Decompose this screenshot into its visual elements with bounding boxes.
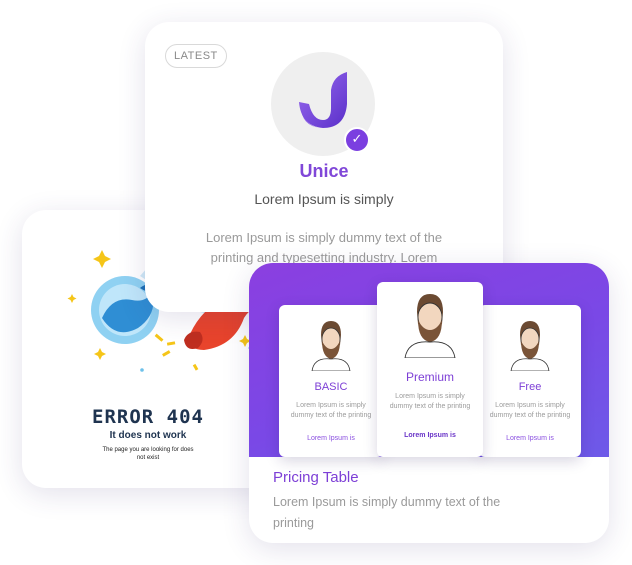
bearded-man-avatar-icon <box>311 321 351 371</box>
plan-link[interactable]: Lorem Ipsum is <box>377 432 483 439</box>
pricing-title: Pricing Table <box>273 469 359 486</box>
plan-card-basic[interactable]: BASIC Lorem Ipsum is simply dummy text o… <box>279 305 383 457</box>
plan-name: Premium <box>405 370 454 384</box>
bearded-man-avatar-icon <box>404 294 456 358</box>
plan-link[interactable]: Lorem Ipsum is <box>279 435 383 442</box>
plan-description: Lorem Ipsum is simply dummy text of the … <box>489 402 571 419</box>
error-description: The page you are looking for does not ex… <box>102 447 194 461</box>
plan-description: Lorem Ipsum is simply dummy text of the … <box>389 393 471 410</box>
plan-description: Lorem Ipsum is simply dummy text of the … <box>290 402 372 419</box>
bearded-man-avatar-icon <box>510 321 550 371</box>
card-title: Unice <box>299 161 349 181</box>
plan-card-free[interactable]: Free Lorem Ipsum is simply dummy text of… <box>479 305 581 457</box>
latest-badge: LATEST <box>165 44 227 68</box>
plan-name: BASIC <box>314 381 348 393</box>
error-subtitle: It does not work <box>109 430 187 441</box>
card-subtitle: Lorem Ipsum is simply <box>254 191 394 207</box>
pricing-table-card[interactable]: BASIC Lorem Ipsum is simply dummy text o… <box>249 263 609 543</box>
card-description: Lorem Ipsum is simply dummy text of the … <box>205 230 443 265</box>
pricing-description: Lorem Ipsum is simply dummy text of the … <box>273 495 501 530</box>
plan-name: Free <box>518 381 542 393</box>
plan-card-premium[interactable]: Premium Lorem Ipsum is simply dummy text… <box>377 282 483 457</box>
error-title: ERROR 404 <box>92 406 204 428</box>
plan-link[interactable]: Lorem Ipsum is <box>479 435 581 442</box>
check-icon: ✓ <box>344 127 370 153</box>
